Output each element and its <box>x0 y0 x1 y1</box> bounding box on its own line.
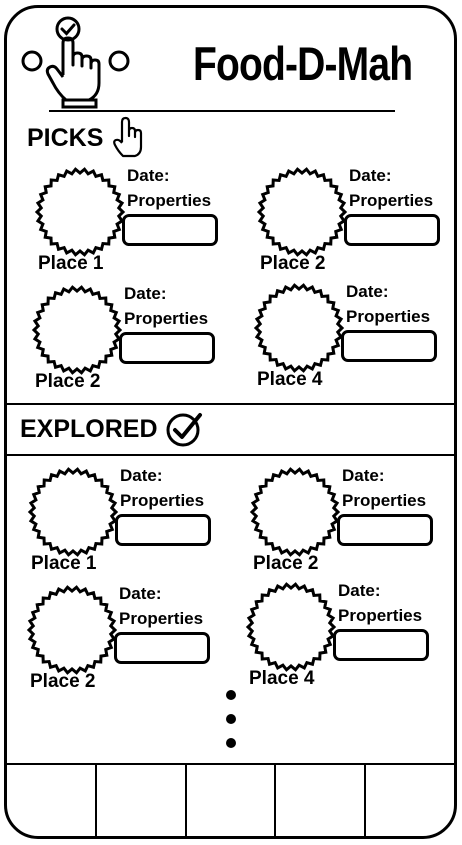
app-title: Food-D-Mah <box>193 37 413 90</box>
badge-outline <box>31 285 123 375</box>
place-photo-badge[interactable] <box>256 166 348 258</box>
badge-outline <box>26 585 118 675</box>
tab-2[interactable] <box>97 765 187 836</box>
place-name: Place 4 <box>257 369 323 390</box>
badge-outline <box>253 283 345 373</box>
properties-field[interactable] <box>344 214 440 246</box>
pick-card[interactable]: Place 1 Date: Properties <box>34 166 254 281</box>
properties-field[interactable] <box>115 514 211 546</box>
phone-frame: Food-D-Mah PICKS Place 1 Date: Propertie… <box>4 5 457 839</box>
tab-1[interactable] <box>7 765 97 836</box>
picks-section-title: PICKS <box>27 124 104 152</box>
dot <box>226 714 236 724</box>
properties-label: Properties <box>342 491 427 510</box>
explored-card[interactable]: Place 2 Date: Properties <box>26 584 246 699</box>
explored-card[interactable]: Place 4 Date: Properties <box>245 581 454 696</box>
place-name: Place 2 <box>30 671 96 692</box>
properties-label: Properties <box>349 191 434 210</box>
tab-4[interactable] <box>276 765 367 836</box>
date-label: Date: <box>120 466 163 485</box>
explored-card[interactable]: Place 2 Date: Properties <box>249 466 454 581</box>
date-label: Date: <box>338 581 381 600</box>
place-name: Place 2 <box>260 253 326 274</box>
date-label: Date: <box>124 284 167 303</box>
properties-label: Properties <box>346 307 431 326</box>
tab-3[interactable] <box>187 765 277 836</box>
place-name: Place 1 <box>38 253 104 274</box>
tab-5[interactable] <box>366 765 454 836</box>
properties-field[interactable] <box>341 330 437 362</box>
place-name: Place 1 <box>31 553 97 574</box>
place-photo-badge[interactable] <box>31 284 123 376</box>
badge-outline <box>34 167 126 257</box>
properties-label: Properties <box>120 491 205 510</box>
place-name: Place 2 <box>35 371 101 392</box>
properties-field[interactable] <box>122 214 218 246</box>
properties-label: Properties <box>338 606 423 625</box>
badge-outline <box>27 467 119 557</box>
date-label: Date: <box>349 166 392 185</box>
dot <box>226 738 236 748</box>
dot <box>226 690 236 700</box>
date-label: Date: <box>346 282 389 301</box>
badge-outline <box>256 167 348 257</box>
date-label: Date: <box>119 584 162 603</box>
place-photo-badge[interactable] <box>34 166 126 258</box>
properties-field[interactable] <box>114 632 210 664</box>
pick-card[interactable]: Place 2 Date: Properties <box>256 166 454 281</box>
section-divider <box>7 403 454 405</box>
tap-hand-check-icon <box>21 16 130 109</box>
pick-card[interactable]: Place 2 Date: Properties <box>31 284 251 399</box>
properties-field[interactable] <box>119 332 215 364</box>
pointer-hand-icon <box>113 116 143 158</box>
badge-outline <box>249 467 341 557</box>
explored-card[interactable]: Place 1 Date: Properties <box>27 466 247 581</box>
explored-section-title: EXPLORED <box>20 415 158 443</box>
properties-label: Properties <box>127 191 212 210</box>
place-name: Place 4 <box>249 668 315 689</box>
bottom-tab-bar <box>7 763 454 836</box>
properties-label: Properties <box>119 609 204 628</box>
place-photo-badge[interactable] <box>26 584 118 676</box>
pick-card[interactable]: Place 4 Date: Properties <box>253 282 454 397</box>
date-label: Date: <box>127 166 170 185</box>
place-name: Place 2 <box>253 553 319 574</box>
header-divider <box>49 110 395 112</box>
properties-field[interactable] <box>337 514 433 546</box>
properties-label: Properties <box>124 309 209 328</box>
place-photo-badge[interactable] <box>27 466 119 558</box>
date-label: Date: <box>342 466 385 485</box>
vertical-ellipsis-icon[interactable] <box>226 690 238 762</box>
properties-field[interactable] <box>333 629 429 661</box>
check-circle-icon <box>166 413 202 447</box>
place-photo-badge[interactable] <box>253 282 345 374</box>
badge-outline <box>245 582 337 672</box>
section-divider <box>7 454 454 456</box>
place-photo-badge[interactable] <box>249 466 341 558</box>
place-photo-badge[interactable] <box>245 581 337 673</box>
